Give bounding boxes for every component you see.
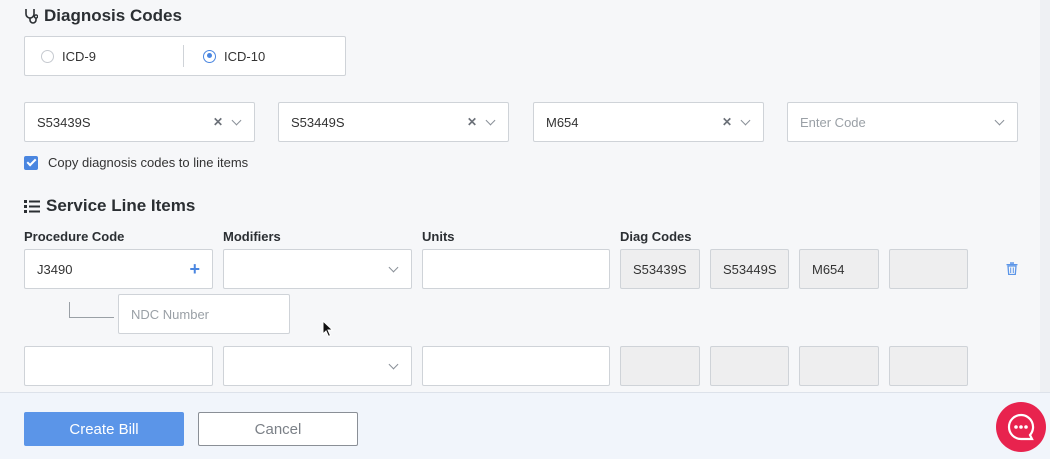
service-section-title: Service Line Items — [24, 196, 195, 216]
enter-code-select[interactable]: Enter Code — [787, 102, 1018, 142]
chevron-down-icon[interactable] — [994, 115, 1005, 125]
radio-selected-icon — [203, 49, 216, 63]
diag-code-pointer-2[interactable] — [710, 346, 789, 386]
copy-codes-label: Copy diagnosis codes to line items — [48, 155, 249, 170]
ndc-placeholder: NDC Number — [131, 306, 210, 322]
trash-icon[interactable] — [1006, 262, 1018, 275]
mouse-cursor-icon — [322, 320, 334, 338]
chat-button[interactable] — [996, 402, 1046, 452]
plus-icon[interactable]: + — [189, 259, 200, 280]
diag-code-pointer-4[interactable] — [889, 346, 968, 386]
diag-code-pointer-1[interactable] — [620, 346, 700, 386]
procedure-code-input[interactable] — [24, 346, 213, 386]
diag-code-value: S53439S — [633, 261, 687, 277]
diagnosis-code-value: M654 — [546, 114, 579, 130]
stethoscope-icon — [25, 9, 38, 24]
code-type-radio-group: ICD-9 ICD-10 — [24, 36, 346, 76]
radio-divider — [183, 45, 184, 67]
modifiers-select[interactable] — [223, 249, 412, 289]
procedure-code-header: Procedure Code — [24, 229, 125, 244]
modifiers-select[interactable] — [223, 346, 412, 386]
radio-icd9[interactable]: ICD-9 — [41, 37, 96, 75]
enter-code-placeholder: Enter Code — [800, 114, 866, 130]
modifiers-header: Modifiers — [223, 229, 281, 244]
chevron-down-icon[interactable] — [485, 115, 496, 125]
diag-code-pointer-3[interactable] — [799, 346, 879, 386]
diag-code-pointer-1[interactable]: S53439S — [620, 249, 700, 289]
clear-icon[interactable]: ✕ — [467, 115, 477, 129]
chevron-down-icon[interactable] — [388, 359, 399, 369]
scrollbar-track[interactable] — [1040, 0, 1050, 392]
ndc-connector — [69, 302, 70, 317]
chevron-down-icon[interactable] — [231, 115, 242, 125]
procedure-code-input[interactable]: J3490 + — [24, 249, 213, 289]
ndc-number-input[interactable]: NDC Number — [118, 294, 290, 334]
units-input[interactable] — [422, 249, 610, 289]
diag-code-value: M654 — [812, 261, 845, 277]
diagnosis-title: Diagnosis Codes — [44, 6, 182, 25]
radio-icd9-label: ICD-9 — [62, 48, 96, 64]
procedure-code-value: J3490 — [37, 261, 73, 277]
diagnosis-code-select-1[interactable]: S53439S ✕ — [24, 102, 255, 142]
diagnosis-section-title: Diagnosis Codes — [24, 6, 182, 26]
list-icon — [24, 200, 40, 213]
clear-icon[interactable]: ✕ — [722, 115, 732, 129]
chevron-down-icon[interactable] — [740, 115, 751, 125]
chevron-down-icon[interactable] — [388, 262, 399, 272]
clear-icon[interactable]: ✕ — [213, 115, 223, 129]
create-bill-button[interactable]: Create Bill — [24, 412, 184, 446]
diag-code-value: S53449S — [723, 261, 777, 277]
diagnosis-code-select-2[interactable]: S53449S ✕ — [278, 102, 509, 142]
radio-circle-icon — [41, 49, 54, 63]
units-header: Units — [422, 229, 455, 244]
diag-code-pointer-2[interactable]: S53449S — [710, 249, 789, 289]
diag-code-pointer-3[interactable]: M654 — [799, 249, 879, 289]
radio-icd10[interactable]: ICD-10 — [203, 37, 265, 75]
chat-icon — [1007, 413, 1035, 441]
diag-codes-header: Diag Codes — [620, 229, 692, 244]
service-title: Service Line Items — [46, 196, 196, 215]
copy-codes-option[interactable]: Copy diagnosis codes to line items — [24, 155, 248, 170]
copy-codes-checkbox[interactable] — [24, 155, 38, 170]
cancel-button[interactable]: Cancel — [198, 412, 358, 446]
diagnosis-code-select-3[interactable]: M654 ✕ — [533, 102, 764, 142]
diagnosis-code-value: S53449S — [291, 114, 345, 130]
diag-code-pointer-4[interactable] — [889, 249, 968, 289]
radio-icd10-label: ICD-10 — [224, 48, 266, 64]
diagnosis-code-value: S53439S — [37, 114, 91, 130]
units-input[interactable] — [422, 346, 610, 386]
ndc-connector-line — [69, 317, 114, 318]
